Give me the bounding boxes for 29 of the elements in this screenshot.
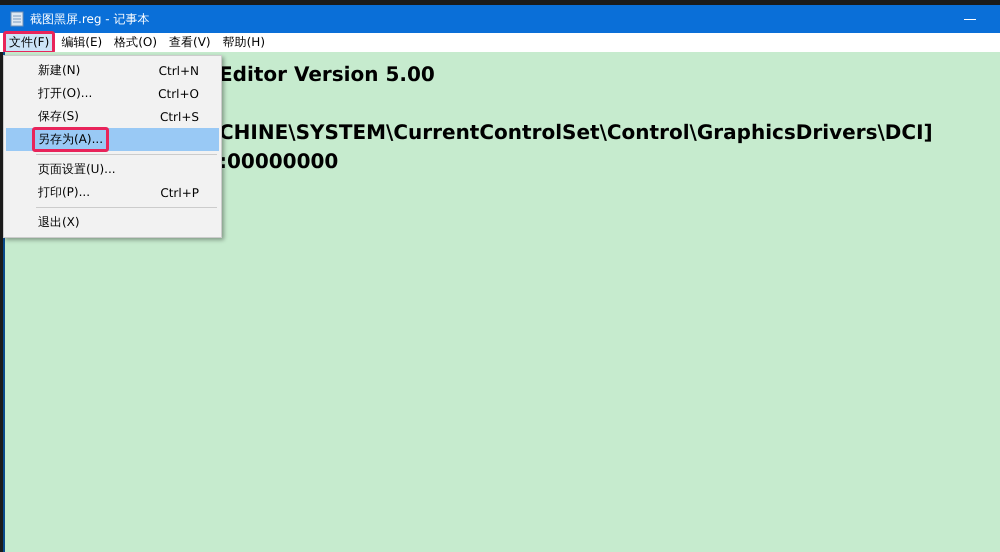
menu-entry[interactable]: 新建(N) Ctrl+N <box>6 59 219 82</box>
entry-label: 打印(P)... <box>37 184 92 201</box>
entry-label: 保存(S) <box>37 108 80 125</box>
entry-label: 退出(X) <box>37 214 81 231</box>
menu-entry[interactable]: 打印(P)... Ctrl+P <box>6 181 219 204</box>
notepad-icon <box>10 11 24 27</box>
entry-label: 打开(O)... <box>37 85 94 102</box>
window-title: 截图黑屏.reg - 记事本 <box>30 10 150 28</box>
shortcut-text: Ctrl+S <box>160 110 199 124</box>
menu-entry[interactable]: 另存为(A)... <box>6 128 219 151</box>
entry-label: 另存为(A)... <box>32 127 110 152</box>
menu-entry[interactable]: 退出(X) <box>6 211 219 234</box>
menu-item[interactable]: 编辑(E) <box>55 31 108 54</box>
entry-label: 页面设置(U)... <box>37 161 117 178</box>
menu-entry[interactable]: 打开(O)... Ctrl+O <box>6 82 219 105</box>
menu-item[interactable]: 文件(F) <box>3 31 56 54</box>
menu-entry[interactable]: 保存(S) Ctrl+S <box>6 105 219 128</box>
text-line: CHINE\SYSTEM\CurrentControlSet\Control\GraphicsDrivers\DCI] <box>219 119 934 146</box>
menu-item[interactable]: 帮助(H) <box>216 31 271 54</box>
shortcut-text: Ctrl+N <box>158 64 199 78</box>
text-line: :00000000 <box>219 148 340 175</box>
shortcut-text: Ctrl+P <box>160 186 199 200</box>
minimize-icon <box>964 18 976 20</box>
menu-entry[interactable]: 页面设置(U)... <box>6 158 219 181</box>
shortcut-text: Ctrl+O <box>158 86 199 100</box>
entry-label: 新建(N) <box>37 62 82 79</box>
menu-item[interactable]: 查看(V) <box>163 31 217 54</box>
text-line: Editor Version 5.00 <box>219 61 436 88</box>
menu-item[interactable]: 格式(O) <box>108 31 164 54</box>
